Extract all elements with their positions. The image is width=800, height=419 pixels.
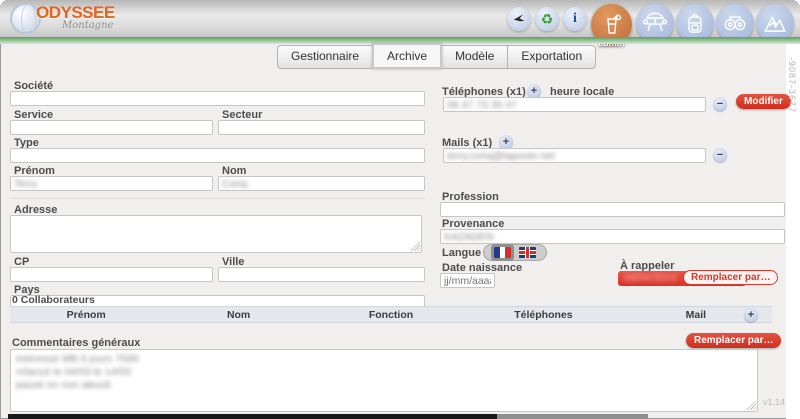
info-icon: i [573,11,577,27]
binoculars-icon [722,10,748,36]
app-logo: ODYSSEE Montagne [10,2,160,36]
nom-value: Conq [222,178,247,190]
service-input[interactable] [10,120,213,135]
picnic-table-icon [642,10,668,36]
mountain-icon [762,10,788,36]
comment-line-2: relancé le 04/03 le 14/03 [16,366,752,379]
comment-line-1: Intéressé MB 5 jours 7599 [16,353,752,366]
app-window: ODYSSEE Montagne ♻ i [0,0,800,419]
societe-input[interactable] [10,91,425,106]
telephone-value: 06 47 73 35 47 [447,99,517,111]
commentaires-textarea[interactable]: Intéressé MB 5 jours 7599 relancé le 04/… [10,349,758,412]
resize-grip-icon[interactable] [747,401,756,410]
prenom-value: Terry [14,178,37,190]
vertical-reference-number: -9087-3677 [787,57,797,113]
ville-input[interactable] [218,267,425,282]
mail-value: terry.conq@laposte.net [447,150,555,162]
tab-bar: Gestionnaire Archive Modèle Exportation [277,45,595,69]
mail-input[interactable]: terry.conq@laposte.net [443,148,706,163]
commentaires-label: Commentaires généraux [12,337,140,349]
tab-modele[interactable]: Modèle [441,45,508,69]
bottom-scrollbar-dark[interactable] [8,414,497,419]
info-button[interactable]: i [563,7,587,31]
collaborateurs-count-label: 0 Collaborateurs [12,294,95,306]
language-switcher [483,244,547,261]
resize-grip-icon[interactable] [411,242,420,251]
cursor-icon [512,12,526,26]
backpack-icon [682,10,708,36]
french-flag-icon[interactable] [494,247,511,258]
provenance-input[interactable]: KAZADEN [440,229,785,244]
cocktail-icon [600,13,624,37]
tab-gestionnaire[interactable]: Gestionnaire [277,45,373,69]
collaborateurs-header-row: Prénom Nom Fonction Téléphones Mail [10,306,772,323]
column-prenom: Prénom [10,309,162,321]
tab-archive[interactable]: Archive [372,43,442,69]
remplacer-par-rappel-button[interactable]: Remplacer par… [683,270,778,285]
a-rappeler-value: 09/04/2024 [624,272,677,284]
nom-input[interactable]: Conq [218,176,425,191]
cp-input[interactable] [10,267,213,282]
secteur-input[interactable] [218,120,425,135]
version-label: v1.14 [763,397,785,407]
back-cursor-button[interactable] [507,7,531,31]
logo-subtitle: Montagne [62,20,113,31]
type-input[interactable] [10,148,425,163]
uk-flag-icon[interactable] [519,247,536,258]
langue-label: Langue [442,247,481,259]
tab-exportation[interactable]: Exportation [507,45,596,69]
adresse-textarea[interactable] [10,215,422,253]
add-mail-button[interactable]: + [499,135,513,149]
column-telephones: Téléphones [467,309,619,321]
prenom-input[interactable]: Terry [10,176,213,191]
remove-mail-button[interactable]: − [713,148,727,162]
column-nom: Nom [162,309,314,321]
remplacer-par-commentaires-button[interactable]: Remplacer par… [686,333,781,348]
comment-line-3: passé en non abouti [16,379,752,392]
section-divider [10,198,425,199]
profession-input[interactable] [440,202,785,217]
telephone-input[interactable]: 06 47 73 35 47 [443,97,706,112]
bottom-scrollbar-gray[interactable] [497,414,648,419]
date-naissance-input[interactable] [440,273,495,288]
recycle-icon: ♻ [541,12,554,26]
add-collaborateur-button[interactable]: + [744,308,758,322]
refresh-button[interactable]: ♻ [535,7,559,31]
header-bar: ODYSSEE Montagne ♻ i [0,0,800,37]
remove-phone-button[interactable]: − [713,97,727,111]
provenance-value: KAZADEN [444,231,494,243]
modifier-button[interactable]: Modifier [736,94,791,109]
add-phone-button[interactable]: + [527,84,541,98]
column-fonction: Fonction [315,309,467,321]
